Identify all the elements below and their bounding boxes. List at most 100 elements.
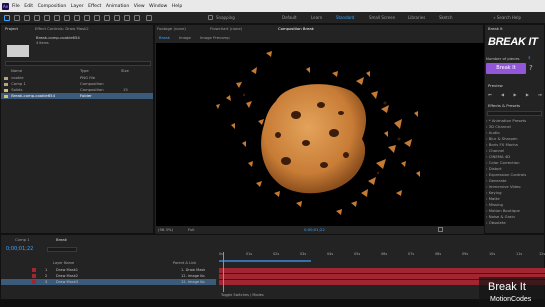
project-panel: Project Effect Controls: Draw Mask2 Brea…: [0, 24, 154, 234]
timeline-search-input[interactable]: [47, 247, 77, 252]
eraser-tool-icon[interactable]: [114, 15, 120, 21]
menu-bar: Ae File Edit Composition Layer Effect An…: [0, 0, 545, 12]
tab-flowchart[interactable]: Flowchart (none): [210, 25, 242, 33]
preview-panel-title: Preview: [488, 83, 503, 88]
cookie-break-image: [216, 51, 420, 215]
rectangle-tool-icon[interactable]: [64, 15, 70, 21]
tab-comp-1[interactable]: Comp 1: [15, 236, 30, 244]
ruler-tick: 06s: [381, 252, 388, 256]
pieces-label: Number of pieces: [486, 56, 520, 61]
header-name[interactable]: Name: [11, 68, 22, 74]
play-icon[interactable]: ▶: [513, 92, 516, 97]
composition-viewer[interactable]: [156, 43, 484, 226]
selection-tool-icon[interactable]: [4, 15, 10, 21]
menu-window[interactable]: Window: [149, 4, 167, 9]
clone-tool-icon[interactable]: [104, 15, 110, 21]
menu-layer[interactable]: Layer: [71, 4, 84, 9]
break-it-button[interactable]: Break It: [486, 63, 526, 74]
help-icon[interactable]: ?: [529, 64, 533, 72]
workspace-libraries[interactable]: Libraries: [408, 15, 425, 20]
subtab-image-precomp[interactable]: Image Precomp: [200, 34, 230, 42]
col-parent-link[interactable]: Parent & Link: [173, 261, 196, 265]
effect-category-label: 3D Channel: [488, 124, 511, 129]
effect-category-label: CINEMA 4D: [488, 154, 511, 159]
tab-break-it[interactable]: Break It: [488, 25, 503, 33]
zoom-tool-icon[interactable]: [24, 15, 30, 21]
label-color-swatch: [4, 76, 8, 80]
roto-tool-icon[interactable]: [124, 15, 130, 21]
tab-composition-break[interactable]: Composition Break: [278, 25, 314, 33]
layer-track-bar[interactable]: [219, 268, 545, 273]
tab-project[interactable]: Project: [5, 25, 18, 33]
menu-help[interactable]: Help: [172, 4, 182, 9]
tab-break[interactable]: Break: [56, 236, 67, 244]
work-area-bar[interactable]: [219, 260, 311, 262]
taskbar: [0, 300, 545, 307]
type-tool-icon[interactable]: [84, 15, 90, 21]
timeline-timecode[interactable]: 0;00;01;22: [6, 246, 33, 252]
effect-category-label: Obsolete: [488, 220, 506, 225]
workspace-learn[interactable]: Learn: [311, 15, 322, 20]
time-ruler[interactable]: 0s 01s 02s 03s 04s 05s 06s 07s 08s 09s 1…: [219, 252, 545, 259]
menu-view[interactable]: View: [134, 4, 145, 9]
menu-animation[interactable]: Animation: [106, 4, 129, 9]
next-frame-icon[interactable]: ▶: [526, 92, 529, 97]
pieces-input[interactable]: 3: [528, 55, 538, 61]
pan-behind-tool-icon[interactable]: [54, 15, 60, 21]
subtab-break[interactable]: Break: [159, 34, 170, 42]
toggle-switches-modes[interactable]: Toggle Switches / Modes: [221, 293, 264, 297]
last-frame-icon[interactable]: ⏭: [538, 92, 542, 97]
puppet-tool-icon[interactable]: [134, 15, 140, 21]
list-item-selected[interactable]: Break-comp-cookie654 Folder: [1, 93, 153, 99]
workspace-default[interactable]: Default: [282, 15, 297, 20]
project-search-input[interactable]: [5, 61, 151, 66]
search-help-field[interactable]: ⌕ Search Help: [493, 15, 521, 20]
puppet-pin-tool-icon[interactable]: [146, 15, 152, 21]
brush-tool-icon[interactable]: [94, 15, 100, 21]
col-layer-name[interactable]: Layer Name: [53, 261, 74, 265]
watermark-title: Break It: [488, 281, 526, 293]
header-type[interactable]: Type: [80, 68, 89, 74]
effect-category-label: Boris FX Mocha: [488, 142, 518, 147]
snapping-label: Snapping: [216, 15, 235, 20]
effect-category-label: Keying: [488, 190, 502, 195]
layer-parent[interactable]: 12. Image Ko: [181, 279, 205, 285]
first-frame-icon[interactable]: ⏮: [488, 92, 492, 97]
project-item-name: Break-comp-cookie654: [11, 93, 55, 98]
tab-effect-controls[interactable]: Effect Controls: Draw Mask2: [35, 25, 89, 33]
effect-category-label: Immersive Video: [488, 184, 521, 189]
camera-tool-icon[interactable]: [44, 15, 50, 21]
workspace-standard[interactable]: Standard: [336, 15, 354, 20]
layer-number: 3: [45, 280, 48, 284]
rotate-tool-icon[interactable]: [34, 15, 40, 21]
prev-frame-icon[interactable]: ◀: [501, 92, 504, 97]
tab-footage[interactable]: Footage (none): [157, 25, 186, 33]
menu-composition[interactable]: Composition: [38, 4, 67, 9]
zoom-dropdown[interactable]: (56.3%): [158, 227, 173, 232]
resolution-dropdown[interactable]: Full: [188, 227, 195, 232]
menu-effect[interactable]: Effect: [88, 4, 101, 9]
ruler-tick: 05s: [354, 252, 361, 256]
playhead[interactable]: [223, 252, 224, 292]
camera-snapshot-icon[interactable]: [438, 227, 443, 232]
workspace-small-screen[interactable]: Small Screen: [369, 15, 395, 20]
project-item-name: cookie: [11, 75, 24, 80]
viewer-timecode[interactable]: 0;00;01;22: [304, 227, 325, 232]
pen-tool-icon[interactable]: [74, 15, 80, 21]
effects-search-input[interactable]: [487, 111, 542, 116]
project-item-name: Comp 1: [11, 81, 26, 86]
effect-category-label: Audio: [488, 130, 500, 135]
effect-category-label: Missing: [488, 202, 503, 207]
snapping-checkbox[interactable]: [208, 15, 213, 20]
workspace-sketch[interactable]: Sketch: [439, 15, 452, 20]
hand-tool-icon[interactable]: [14, 15, 20, 21]
menu-edit[interactable]: Edit: [24, 4, 33, 9]
list-item[interactable]: › Obsolete: [486, 220, 506, 226]
subtab-image[interactable]: Image: [179, 34, 191, 42]
header-size[interactable]: Size: [121, 68, 129, 74]
menu-file[interactable]: File: [12, 4, 20, 9]
effect-category-label: Matte: [488, 196, 500, 201]
table-row-selected[interactable]: 3 Draw Mask3 12. Image Ko: [1, 279, 216, 285]
project-selected-info: 4 items: [36, 41, 49, 45]
effect-category-label: Blur & Sharpen: [488, 136, 518, 141]
